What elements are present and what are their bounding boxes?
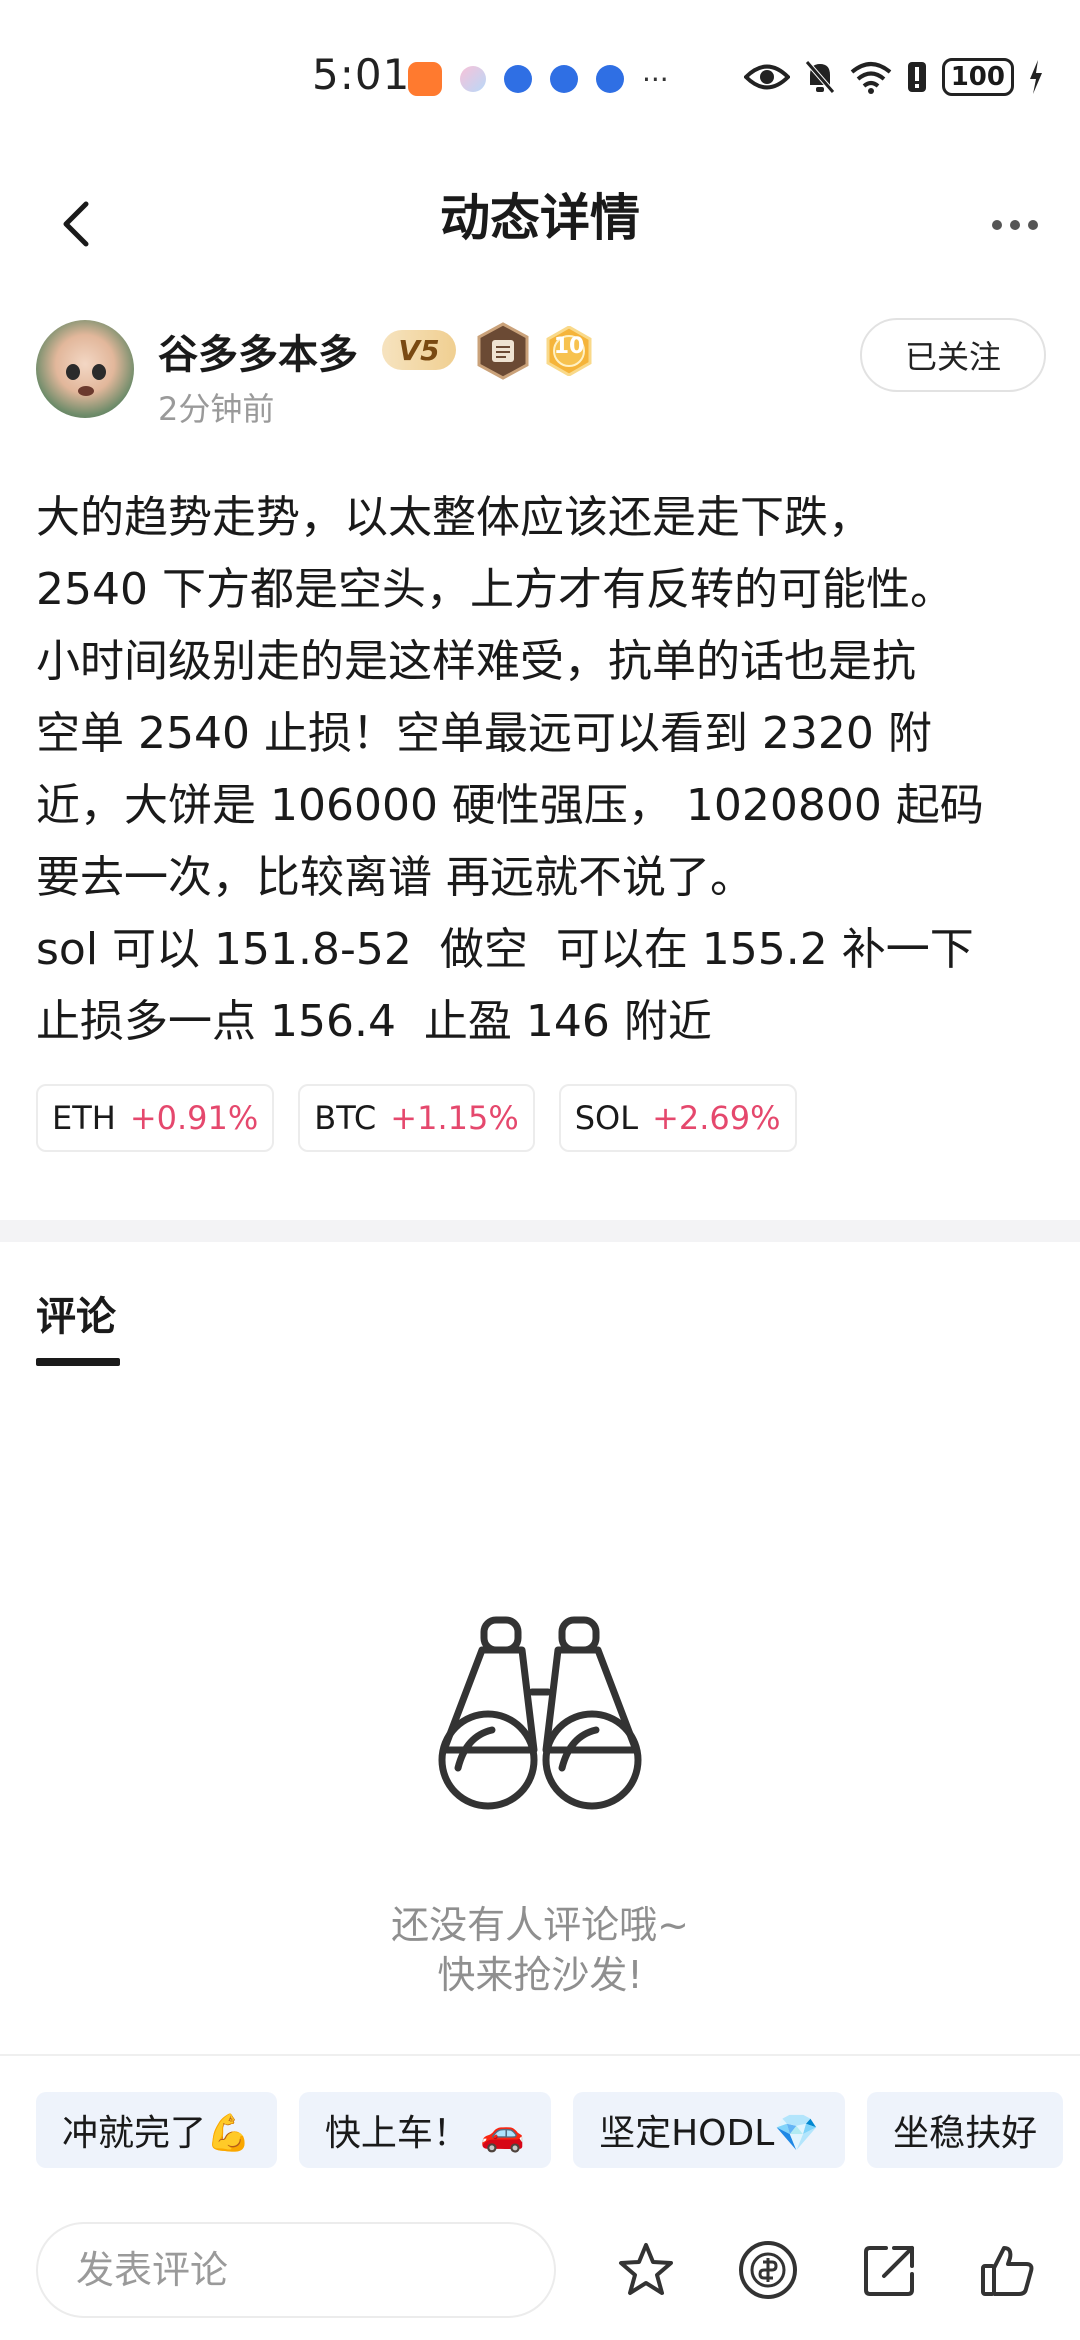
author-info: 谷多多本多 V5 10 2分钟前 已关注 (36, 318, 1046, 438)
mute-bell-icon (804, 60, 835, 94)
quick-reply-chip[interactable]: 坚定HODL💎 (573, 2092, 846, 2168)
tip-button[interactable] (736, 2238, 800, 2302)
author-name[interactable]: 谷多多本多 (158, 322, 358, 380)
quick-reply-list: 冲就完了💪 快上车！ 🚗 坚定HODL💎 坐稳扶好 (36, 2092, 1064, 2168)
status-indicators: 100 (743, 58, 1044, 96)
level-badge-number: 10 (553, 334, 585, 359)
vip-badge: V5 (382, 330, 456, 370)
status-time: 5:01 (312, 50, 411, 99)
coin-symbol: BTC (314, 1099, 377, 1137)
empty-line-1: 还没有人评论哦~ (391, 1903, 689, 1947)
coin-icon (739, 2241, 797, 2299)
wifi-icon (850, 62, 892, 94)
binoculars-icon (438, 1616, 642, 1810)
section-divider (0, 1220, 1080, 1242)
coin-change: +0.91% (129, 1099, 259, 1137)
thumbs-up-icon (981, 2246, 1034, 2296)
app-notification-icon (460, 66, 486, 92)
coin-tags: ETH +0.91% BTC +1.15% SOL +2.69% (36, 1084, 797, 1152)
avatar-mouth (78, 386, 94, 396)
battery-indicator: 100 (941, 58, 1014, 96)
medal-badge-icon (477, 322, 529, 380)
more-icon (1010, 220, 1020, 230)
coin-symbol: SOL (574, 1099, 639, 1137)
comment-input[interactable] (36, 2222, 556, 2318)
coin-change: +2.69% (652, 1099, 781, 1137)
tab-active-indicator (36, 1358, 120, 1366)
empty-comments-message: 还没有人评论哦~ 快来抢沙发! (0, 1900, 1080, 2000)
empty-line-2: 快来抢沙发! (437, 1953, 643, 1997)
coin-symbol: ETH (52, 1099, 116, 1137)
share-button[interactable] (858, 2238, 922, 2302)
avatar-eye (92, 364, 106, 380)
app-notification-icon (504, 65, 532, 93)
coin-tag-sol[interactable]: SOL +2.69% (558, 1084, 797, 1152)
header-bar: 动态详情 (0, 160, 1080, 290)
avatar-eye (66, 364, 80, 380)
more-button[interactable] (980, 200, 1050, 250)
tab-comments[interactable]: 评论 (36, 1284, 116, 1342)
bottom-divider (0, 2054, 1080, 2056)
star-icon (619, 2243, 673, 2295)
status-bar: 5:01 ··· 100 (0, 0, 1080, 160)
eye-icon (743, 64, 790, 90)
quick-reply-chip[interactable]: 快上车！ 🚗 (298, 2092, 552, 2168)
coin-tag-btc[interactable]: BTC +1.15% (298, 1084, 535, 1152)
like-button[interactable] (976, 2238, 1040, 2302)
app-notification-icon (550, 65, 578, 93)
post-time: 2分钟前 (158, 390, 275, 428)
alert-icon (907, 62, 926, 92)
charging-icon (1030, 60, 1042, 94)
more-notifications-indicator: ··· (642, 62, 669, 96)
follow-button[interactable]: 已关注 (860, 318, 1046, 392)
favorite-button[interactable] (614, 2238, 678, 2302)
status-app-icons: ··· (408, 62, 669, 96)
avatar[interactable] (36, 320, 134, 418)
app-notification-icon (596, 65, 624, 93)
coin-tag-eth[interactable]: ETH +0.91% (36, 1084, 275, 1152)
coin-change: +1.15% (390, 1099, 519, 1137)
more-icon (992, 220, 1002, 230)
more-icon (1028, 220, 1038, 230)
post-body: 大的趋势走势，以太整体应该还是走下跌， 2540 下方都是空头，上方才有反转的可… (36, 492, 984, 1047)
quick-reply-chip[interactable]: 冲就完了💪 (36, 2092, 277, 2168)
share-icon (864, 2246, 914, 2296)
quick-reply-chip[interactable]: 坐稳扶好 (867, 2092, 1064, 2168)
page-title: 动态详情 (440, 189, 640, 247)
app-notification-icon (408, 62, 442, 96)
